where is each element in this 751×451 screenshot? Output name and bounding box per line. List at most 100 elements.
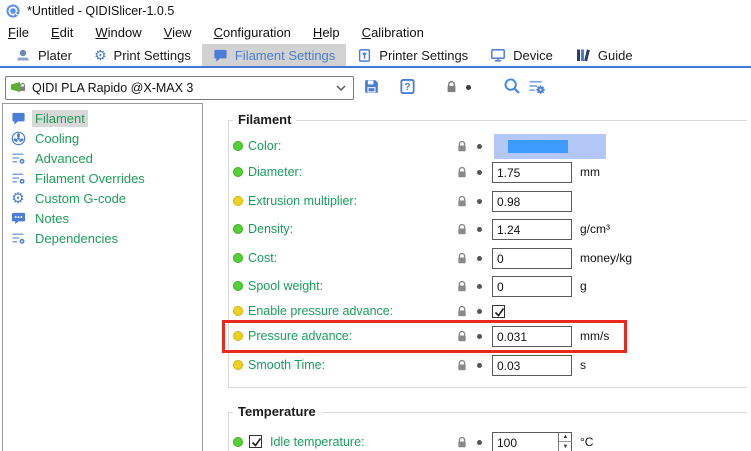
fan-icon bbox=[10, 130, 26, 146]
revert-dot-icon[interactable] bbox=[466, 85, 471, 90]
sidebar-item-custom-gcode[interactable]: ⚙ Custom G-code bbox=[3, 188, 202, 208]
unit-label: s bbox=[580, 355, 586, 376]
notes-icon bbox=[10, 210, 26, 226]
setting-row-color: Color: bbox=[203, 136, 751, 157]
sidebar-item-advanced[interactable]: Advanced bbox=[3, 148, 202, 168]
section-title: Filament bbox=[233, 112, 296, 127]
revert-dot-icon[interactable] bbox=[477, 440, 482, 445]
title-bar: *Untitled - QIDISlicer-1.0.5 bbox=[0, 0, 751, 22]
tab-plater[interactable]: Plater bbox=[4, 44, 83, 66]
revert-dot-icon[interactable] bbox=[477, 227, 482, 232]
revert-dot-icon[interactable] bbox=[477, 284, 482, 289]
preset-toolbar: QIDI PLA Rapido @X-MAX 3 ? bbox=[0, 72, 751, 102]
filter-gear-icon[interactable] bbox=[528, 78, 545, 95]
revert-dot-icon[interactable] bbox=[477, 256, 482, 261]
setting-row-extrusion-multiplier: Extrusion multiplier: bbox=[203, 191, 751, 212]
sidebar-item-filament[interactable]: Filament bbox=[3, 108, 202, 128]
revert-dot-icon[interactable] bbox=[477, 334, 482, 339]
tab-device[interactable]: Device bbox=[479, 44, 564, 66]
guide-icon bbox=[575, 47, 591, 63]
lock-icon[interactable] bbox=[455, 279, 469, 294]
setting-label: Idle temperature: bbox=[270, 432, 365, 451]
lock-icon[interactable] bbox=[455, 358, 469, 373]
sidebar-item-cooling[interactable]: Cooling bbox=[3, 128, 202, 148]
revert-dot-icon[interactable] bbox=[477, 363, 482, 368]
spin-down-icon[interactable]: ▼ bbox=[559, 443, 572, 451]
color-picker-field[interactable] bbox=[494, 134, 606, 159]
bullet-icon bbox=[233, 167, 243, 177]
revert-dot-icon[interactable] bbox=[477, 309, 482, 314]
lock-icon[interactable] bbox=[455, 222, 469, 237]
setting-row-smooth-time: Smooth Time: s bbox=[203, 355, 751, 376]
app-icon bbox=[6, 4, 20, 18]
smooth-time-input[interactable] bbox=[492, 355, 572, 376]
lock-icon[interactable] bbox=[444, 79, 459, 95]
tab-printer-settings[interactable]: Printer Settings bbox=[346, 44, 479, 66]
checkmark-icon bbox=[250, 436, 263, 449]
window-title: *Untitled - QIDISlicer-1.0.5 bbox=[27, 4, 174, 18]
settings-category-tree: Filament Cooling bbox=[2, 103, 203, 451]
device-icon bbox=[490, 47, 506, 63]
bullet-icon bbox=[233, 224, 243, 234]
revert-dot-icon[interactable] bbox=[477, 199, 482, 204]
setting-label: Smooth Time: bbox=[248, 355, 325, 376]
tab-filament-settings[interactable]: Filament Settings bbox=[202, 44, 346, 66]
setting-label: Cost: bbox=[248, 248, 277, 269]
setting-row-enable-pressure-advance: Enable pressure advance: bbox=[203, 301, 751, 322]
menu-edit[interactable]: Edit bbox=[40, 25, 84, 40]
setting-label: Pressure advance: bbox=[248, 326, 352, 347]
revert-dot-icon[interactable] bbox=[477, 170, 482, 175]
setting-row-spool-weight: Spool weight: g bbox=[203, 276, 751, 297]
filament-preset-icon bbox=[10, 80, 26, 96]
density-input[interactable] bbox=[492, 219, 572, 240]
spool-weight-input[interactable] bbox=[492, 276, 572, 297]
spin-up-icon[interactable]: ▲ bbox=[559, 433, 572, 442]
setting-label: Spool weight: bbox=[248, 276, 323, 297]
sidebar-item-notes[interactable]: Notes bbox=[3, 208, 202, 228]
setting-row-density: Density: g/cm³ bbox=[203, 219, 751, 240]
revert-dot-icon[interactable] bbox=[477, 144, 482, 149]
preset-combobox[interactable]: QIDI PLA Rapido @X-MAX 3 bbox=[5, 76, 354, 100]
unit-label: money/kg bbox=[580, 248, 632, 269]
cost-input[interactable] bbox=[492, 248, 572, 269]
sliders-gear-icon bbox=[10, 150, 26, 166]
lock-icon[interactable] bbox=[455, 139, 469, 154]
preset-name: QIDI PLA Rapido @X-MAX 3 bbox=[32, 81, 336, 95]
spinner-control: ▲ ▼ bbox=[558, 433, 571, 451]
idle-temperature-checkbox[interactable] bbox=[249, 435, 262, 448]
enable-pressure-advance-checkbox[interactable] bbox=[492, 305, 505, 318]
sidebar-item-dependencies[interactable]: Dependencies bbox=[3, 228, 202, 248]
menu-configuration[interactable]: Configuration bbox=[203, 25, 302, 40]
extrusion-multiplier-input[interactable] bbox=[492, 191, 572, 212]
tab-print-settings[interactable]: ⚙ Print Settings bbox=[83, 44, 202, 66]
bullet-icon bbox=[233, 360, 243, 370]
menu-view[interactable]: View bbox=[153, 25, 203, 40]
lock-icon[interactable] bbox=[455, 165, 469, 180]
unit-label: mm/s bbox=[580, 326, 609, 347]
diameter-input[interactable] bbox=[492, 162, 572, 183]
filament-icon bbox=[213, 48, 228, 63]
setting-row-cost: Cost: money/kg bbox=[203, 248, 751, 269]
save-icon[interactable] bbox=[363, 78, 380, 95]
pressure-advance-input[interactable] bbox=[492, 326, 572, 347]
chevron-down-icon bbox=[336, 85, 346, 91]
section-title: Temperature bbox=[233, 404, 321, 419]
lock-icon[interactable] bbox=[455, 435, 469, 450]
menu-window[interactable]: Window bbox=[84, 25, 152, 40]
lock-icon[interactable] bbox=[455, 304, 469, 319]
checkmark-icon bbox=[493, 306, 506, 319]
sidebar-item-filament-overrides[interactable]: Filament Overrides bbox=[3, 168, 202, 188]
lock-icon[interactable] bbox=[455, 251, 469, 266]
help-icon[interactable]: ? bbox=[399, 78, 416, 95]
search-icon[interactable] bbox=[503, 77, 521, 95]
menu-help[interactable]: Help bbox=[302, 25, 351, 40]
lock-icon[interactable] bbox=[455, 329, 469, 344]
tab-guide[interactable]: Guide bbox=[564, 44, 644, 66]
bullet-icon bbox=[233, 253, 243, 263]
setting-label: Enable pressure advance: bbox=[248, 301, 393, 322]
menu-file[interactable]: File bbox=[0, 25, 40, 40]
printer-icon bbox=[357, 48, 372, 63]
lock-icon[interactable] bbox=[455, 194, 469, 209]
menu-calibration[interactable]: Calibration bbox=[351, 25, 435, 40]
menu-bar: File Edit Window View Configuration Help… bbox=[0, 22, 751, 42]
